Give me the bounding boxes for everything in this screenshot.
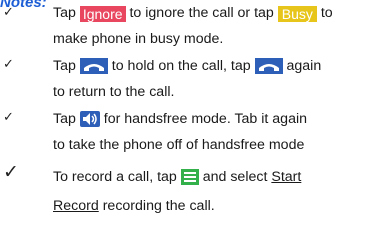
speaker-icon <box>79 111 100 127</box>
text-segment: to ignore the call or tap <box>129 5 274 21</box>
note-line: to take the phone off of handsfree mode <box>53 137 305 153</box>
checkmark-icon: ✓ <box>3 110 14 125</box>
note-line: make phone in busy mode. <box>53 31 224 47</box>
note-line: To record a call, tap and select Start <box>53 169 301 186</box>
busy-button-icon: Busy <box>277 6 317 22</box>
text-segment: recording the call. <box>102 198 215 214</box>
note-line: Record recording the call. <box>53 198 215 215</box>
hold-icon <box>254 58 283 74</box>
note-line: Tap Ignore to ignore the call or tap Bus… <box>53 5 333 22</box>
hold-icon <box>79 58 108 74</box>
note-line: Tap for handsfree mode. Tab it again <box>53 111 307 128</box>
text-segment: again <box>286 58 322 74</box>
menu-icon <box>180 169 199 185</box>
checkmark-icon: ✓ <box>3 161 19 183</box>
text-segment: to <box>320 5 333 21</box>
ignore-button-icon: Ignore <box>79 6 126 22</box>
start-record-link-text: Start <box>271 169 302 185</box>
text-segment: To record a call, tap <box>53 169 177 185</box>
text-segment: Tap <box>53 111 76 127</box>
checkmark-icon: ✓ <box>3 57 14 72</box>
text-segment: Tap <box>53 58 76 74</box>
note-line: to return to the call. <box>53 84 175 100</box>
text-segment: and select <box>202 169 268 185</box>
start-record-link-text: Record <box>53 198 99 214</box>
text-segment: for handsfree mode. Tab it again <box>103 111 308 127</box>
note-line: Tap to hold on the call, tap again <box>53 58 321 75</box>
text-segment: to hold on the call, tap <box>111 58 251 74</box>
text-segment: Tap <box>53 5 76 21</box>
checkmark-icon: ✓ <box>3 5 14 20</box>
